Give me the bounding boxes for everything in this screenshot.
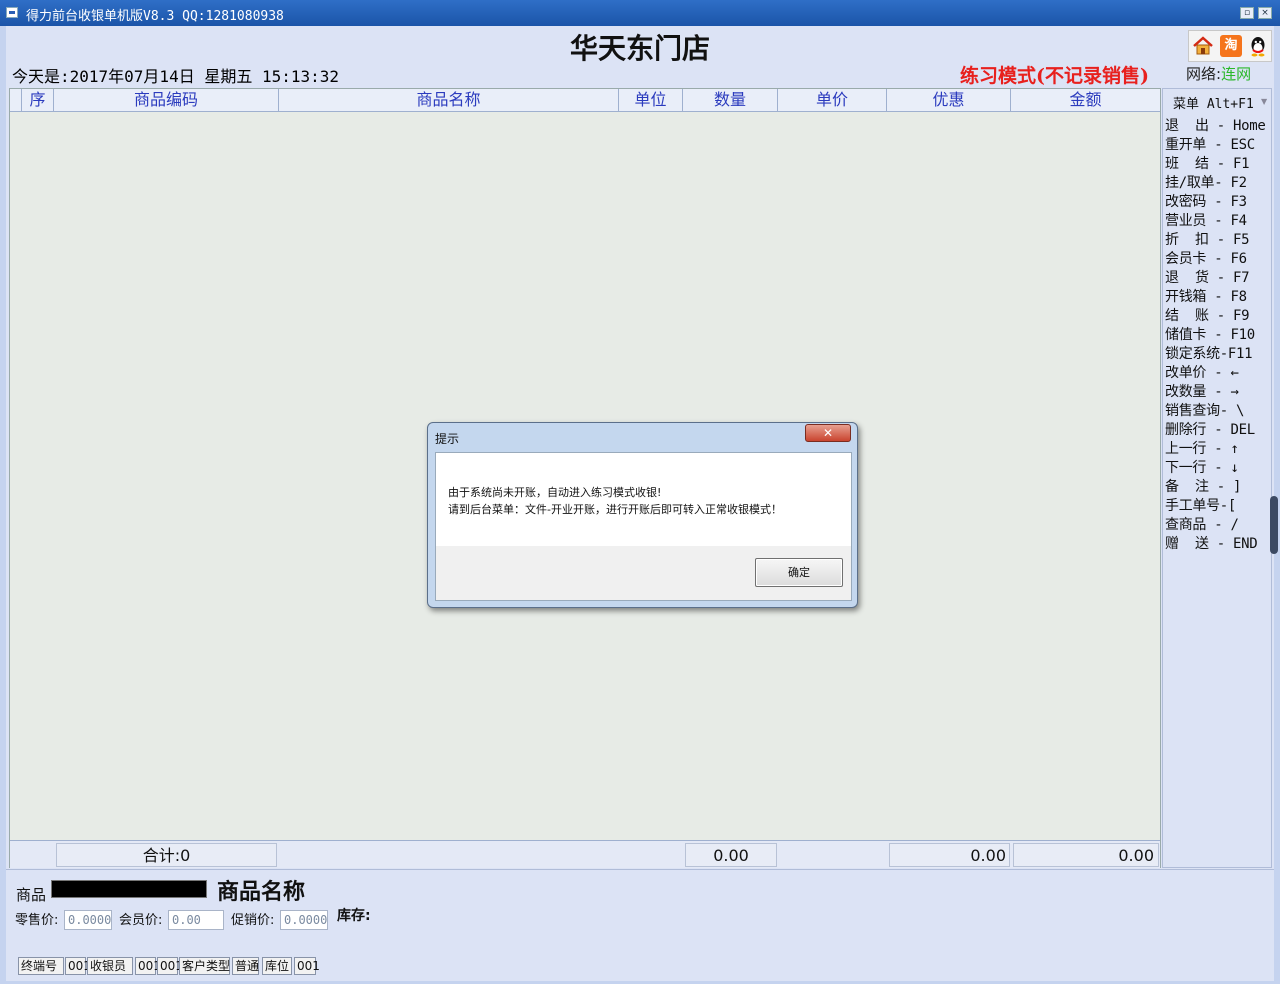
function-key-item[interactable]: 改单价 - ← — [1165, 362, 1239, 382]
function-key-item[interactable]: 改数量 - → — [1165, 381, 1239, 401]
col-seq[interactable]: 序 — [22, 89, 54, 112]
col-product-name[interactable]: 商品名称 — [279, 89, 619, 112]
function-key-item[interactable]: 退 出 - Home — [1165, 115, 1266, 135]
col-unit-price[interactable]: 单价 — [778, 89, 887, 112]
member-price-label: 会员价: — [119, 913, 163, 928]
function-key-item[interactable]: 查商品 - / — [1165, 514, 1239, 534]
window-title: 得力前台收银单机版V8.3 QQ:1281080938 — [26, 9, 284, 24]
qq-icon[interactable] — [1247, 35, 1269, 57]
side-scroll-handle[interactable] — [1270, 496, 1278, 554]
dialog-message-line-1: 由于系统尚未开账，自动进入练习模式收银! — [448, 486, 662, 499]
function-key-item[interactable]: 备 注 - ] — [1165, 476, 1241, 496]
member-price-field: 0.00 — [168, 910, 224, 930]
function-key-item[interactable]: 挂/取单- F2 — [1165, 172, 1247, 192]
function-key-item[interactable]: 退 货 - F7 — [1165, 267, 1250, 287]
cashier-name: 001 — [157, 957, 183, 975]
amount-total: 0.00 — [1013, 843, 1159, 867]
function-key-item[interactable]: 删除行 - DEL — [1165, 419, 1255, 439]
promo-price-field: 0.0000 — [280, 910, 328, 930]
menu-shortcut[interactable]: 菜单 Alt+F1 — [1173, 93, 1254, 112]
title-bar: 得力前台收银单机版V8.3 QQ:1281080938 ▫ × — [0, 0, 1280, 26]
function-key-item[interactable]: 上一行 - ↑ — [1165, 438, 1239, 458]
promo-price-label: 促销价: — [231, 913, 275, 928]
total-count: 合计:0 — [56, 843, 277, 867]
date-time: 今天是:2017年07月14日 星期五 15:13:32 — [12, 67, 340, 86]
customer-type-value: 普通 — [232, 957, 259, 975]
col-unit[interactable]: 单位 — [619, 89, 683, 112]
practice-mode-label: 练习模式(不记录销售) — [960, 65, 1149, 87]
restore-button[interactable]: ▫ — [1240, 7, 1254, 19]
dialog-title: 提示 — [435, 432, 460, 446]
location-label: 库位 — [262, 957, 292, 975]
function-key-item[interactable]: 结 账 - F9 — [1165, 305, 1250, 325]
qty-total: 0.00 — [685, 843, 777, 867]
function-key-item[interactable]: 开钱箱 - F8 — [1165, 286, 1247, 306]
function-key-item[interactable]: 销售查询- \ — [1165, 400, 1244, 420]
function-key-item[interactable]: 下一行 - ↓ — [1165, 457, 1239, 477]
cashier-id: 001 — [135, 957, 161, 975]
customer-type-label: 客户类型 — [179, 957, 230, 975]
row-indicator-header — [10, 89, 22, 112]
shortcut-icons: 淘 — [1188, 30, 1272, 62]
grid-header: 序 商品编码 商品名称 单位 数量 单价 优惠 金额 — [10, 89, 1160, 112]
function-key-item[interactable]: 会员卡 - F6 — [1165, 248, 1247, 268]
retail-price-field: 0.0000 — [64, 910, 112, 930]
product-label: 商品 — [16, 886, 47, 904]
function-key-item[interactable]: 班 结 - F1 — [1165, 153, 1250, 173]
menu-dropdown-icon[interactable]: ▼ — [1261, 97, 1267, 106]
col-product-code[interactable]: 商品编码 — [54, 89, 279, 112]
network-status: 网络:连网 — [1186, 63, 1251, 84]
taobao-icon[interactable]: 淘 — [1220, 35, 1242, 57]
function-key-panel: 菜单 Alt+F1 ▼ 退 出 - Home 重开单 - ESC 班 结 - F1 挂… — [1162, 88, 1272, 868]
location-value: 001 — [294, 957, 320, 975]
cashier-label: 收银员 — [87, 957, 133, 975]
ok-button[interactable]: 确定 — [755, 558, 843, 587]
product-input[interactable] — [51, 880, 207, 898]
function-key-item[interactable]: 手工单号-[ — [1165, 495, 1236, 515]
terminal-value: 001 — [65, 957, 91, 975]
terminal-label: 终端号 — [18, 957, 64, 975]
discount-total: 0.00 — [889, 843, 1010, 867]
col-amount[interactable]: 金额 — [1011, 89, 1160, 112]
function-key-item[interactable]: 重开单 - ESC — [1165, 134, 1255, 154]
dialog-message-area: 由于系统尚未开账，自动进入练习模式收银! 请到后台菜单：文件-开业开账，进行开账… — [435, 452, 852, 546]
network-label: 网络: — [1186, 65, 1222, 83]
function-key-item[interactable]: 改密码 - F3 — [1165, 191, 1247, 211]
window-close-button[interactable]: × — [1258, 7, 1272, 19]
grid-footer: 合计:0 0.00 0.00 0.00 — [10, 840, 1160, 868]
dialog-button-area: 确定 — [435, 546, 852, 601]
product-name: 商品名称 — [217, 879, 306, 905]
stock-label: 库存: — [337, 908, 371, 924]
network-state: 连网 — [1221, 65, 1252, 83]
dialog-message-line-2: 请到后台菜单：文件-开业开账，进行开账后即可转入正常收银模式！ — [448, 503, 782, 516]
app-icon[interactable] — [6, 7, 18, 18]
function-key-item[interactable]: 赠 送 - END — [1165, 533, 1258, 553]
dialog-close-button[interactable]: ✕ — [805, 424, 851, 442]
home-icon[interactable] — [1192, 35, 1214, 57]
function-key-item[interactable]: 锁定系统-F11 — [1165, 343, 1253, 363]
function-key-item[interactable]: 储值卡 - F10 — [1165, 324, 1255, 344]
retail-price-label: 零售价: — [15, 913, 59, 928]
col-discount[interactable]: 优惠 — [887, 89, 1011, 112]
function-key-item[interactable]: 折 扣 - F5 — [1165, 229, 1250, 249]
notice-dialog: 提示 ✕ 由于系统尚未开账，自动进入练习模式收银! 请到后台菜单：文件-开业开账… — [427, 422, 858, 608]
col-quantity[interactable]: 数量 — [683, 89, 778, 112]
function-key-item[interactable]: 营业员 - F4 — [1165, 210, 1247, 230]
